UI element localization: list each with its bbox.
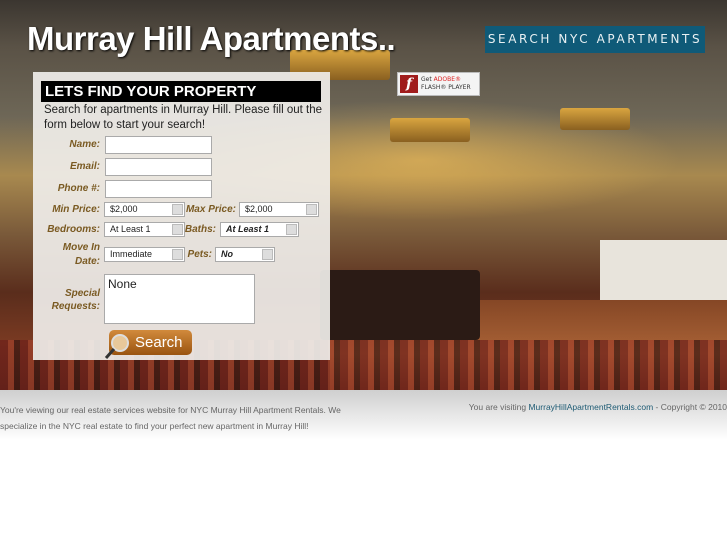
footer-visiting-text: You are visiting [468,402,529,412]
lamp-decor [390,118,470,142]
search-button-label: Search [135,334,183,351]
search-form-panel: LETS FIND YOUR PROPERTY Search for apart… [33,72,330,360]
move-in-value: Immediate [110,249,153,259]
pets-value: No [221,249,233,259]
move-in-label-line: Move In [62,242,100,253]
form-intro: Search for apartments in Murray Hill. Pl… [44,104,323,131]
dropdown-arrow-icon [306,204,317,215]
footer-copyright: You are visiting MurrayHillApartmentRent… [469,402,727,412]
phone-input[interactable] [105,180,212,198]
special-requests-textarea[interactable]: None [104,274,255,324]
special-label-line: Requests: [51,301,100,312]
copyright-text: - Copyright © 2010 [653,402,727,412]
name-label: Name: [69,139,100,150]
magnifier-icon [104,334,129,359]
email-input[interactable] [105,158,212,176]
bedrooms-label: Bedrooms: [47,224,100,235]
search-button[interactable]: Search [104,330,192,359]
min-price-value: $2,000 [110,204,138,214]
dropdown-arrow-icon [262,249,273,260]
search-nyc-apartments-link[interactable]: SEARCH NYC APARTMENTS [485,26,705,53]
couch-decor [600,240,727,300]
pets-label: Pets: [187,249,212,260]
flash-get-text: Get [421,76,432,83]
move-in-label-line: Date: [74,256,100,267]
name-input[interactable] [105,136,212,154]
max-price-label: Max Price: [185,204,236,215]
get-flash-player-badge[interactable]: f Get ADOBE® FLASH® PLAYER [397,72,480,96]
dropdown-arrow-icon [172,204,183,215]
special-requests-label: Special Requests: [33,287,100,313]
email-label: Email: [69,161,100,172]
sofa-decor [320,270,480,340]
flash-player-text: FLASH® PLAYER [421,84,471,91]
special-label-line: Special [64,288,100,299]
baths-value: At Least 1 [226,224,270,234]
max-price-value: $2,000 [245,204,273,214]
min-price-label: Min Price: [52,204,100,215]
dropdown-arrow-icon [286,224,297,235]
baths-label: Baths: [184,224,216,235]
dropdown-arrow-icon [172,224,183,235]
footer-description: You're viewing our real estate services … [0,402,380,434]
footer-line: specialize in the NYC real estate to fin… [0,421,309,431]
move-in-select[interactable]: Immediate [104,247,185,262]
bedrooms-value: At Least 1 [110,224,151,234]
baths-select[interactable]: At Least 1 [220,222,299,237]
lamp-decor [560,108,630,130]
bedrooms-select[interactable]: At Least 1 [104,222,185,237]
flash-icon: f [400,75,418,93]
form-heading: LETS FIND YOUR PROPERTY [41,81,321,102]
max-price-select[interactable]: $2,000 [239,202,319,217]
min-price-select[interactable]: $2,000 [104,202,185,217]
phone-label: Phone #: [57,183,100,194]
flash-adobe-text: ADOBE® [433,76,461,83]
move-in-label: Move In Date: [33,242,100,270]
site-link[interactable]: MurrayHillApartmentRentals.com [528,402,653,412]
dropdown-arrow-icon [172,249,183,260]
footer-line: You're viewing our real estate services … [0,405,341,415]
site-title: Murray Hill Apartments.. [27,20,396,57]
pets-select[interactable]: No [215,247,275,262]
